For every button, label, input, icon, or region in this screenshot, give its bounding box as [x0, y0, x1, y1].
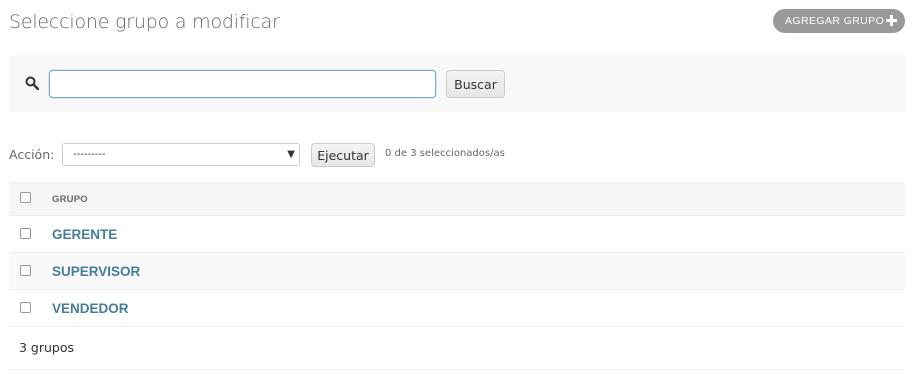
- table-row: SUPERVISOR: [9, 253, 905, 290]
- action-label: Acción:: [9, 147, 55, 162]
- group-link[interactable]: GERENTE: [52, 227, 117, 242]
- chevron-down-icon: ▼: [287, 149, 295, 160]
- table-row: VENDEDOR: [9, 290, 905, 327]
- run-action-button[interactable]: Ejecutar: [311, 143, 375, 167]
- group-link[interactable]: SUPERVISOR: [52, 264, 140, 279]
- row-checkbox[interactable]: [20, 302, 31, 313]
- search-toolbar: Buscar: [9, 55, 905, 112]
- action-select-value: ---------: [73, 149, 106, 160]
- table-header: GRUPO: [9, 182, 905, 216]
- column-header-group[interactable]: GRUPO: [52, 194, 88, 205]
- select-all-checkbox[interactable]: [20, 192, 31, 203]
- group-link[interactable]: VENDEDOR: [52, 301, 129, 316]
- page-title: Seleccione grupo a modificar: [9, 11, 280, 33]
- search-button[interactable]: Buscar: [446, 70, 505, 98]
- results-table: GRUPO GERENTE SUPERVISOR VENDEDOR: [9, 182, 905, 327]
- paginator: 3 grupos: [9, 327, 905, 370]
- row-checkbox[interactable]: [20, 228, 31, 239]
- row-checkbox[interactable]: [20, 265, 31, 276]
- add-group-button[interactable]: AGREGAR GRUPO: [773, 9, 905, 33]
- add-group-label: AGREGAR GRUPO: [785, 15, 885, 27]
- action-select[interactable]: --------- ▼: [62, 143, 300, 166]
- actions-bar: Acción: --------- ▼ Ejecutar 0 de 3 sele…: [9, 142, 905, 167]
- selection-counter: 0 de 3 seleccionados/as: [385, 148, 505, 159]
- table-row: GERENTE: [9, 216, 905, 253]
- search-input[interactable]: [49, 70, 436, 98]
- plus-icon: [886, 15, 897, 26]
- result-count: 3 grupos: [19, 340, 75, 355]
- search-icon: [25, 76, 39, 90]
